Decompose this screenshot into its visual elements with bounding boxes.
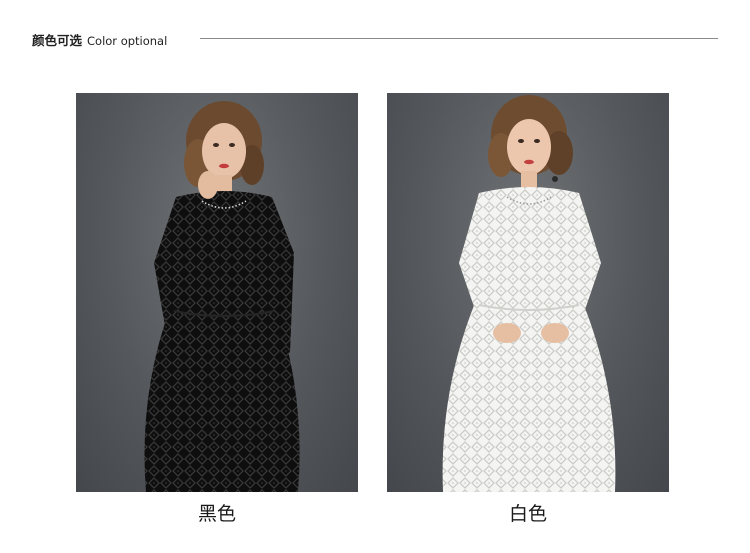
section-title: 颜色可选 Color optional: [32, 30, 167, 49]
product-photo-white[interactable]: [387, 93, 669, 492]
product-photo-black[interactable]: [76, 93, 358, 492]
model-white-dress-illustration: [442, 95, 616, 492]
variant-label-white: 白色: [508, 503, 547, 525]
variant-label-black: 黑色: [197, 503, 236, 525]
model-black-dress-illustration: [144, 101, 300, 492]
section-title-en: Color optional: [87, 34, 168, 48]
section-header: 颜色可选 Color optional: [0, 26, 750, 50]
header-divider: [200, 38, 718, 39]
section-title-cn: 颜色可选: [32, 33, 83, 48]
